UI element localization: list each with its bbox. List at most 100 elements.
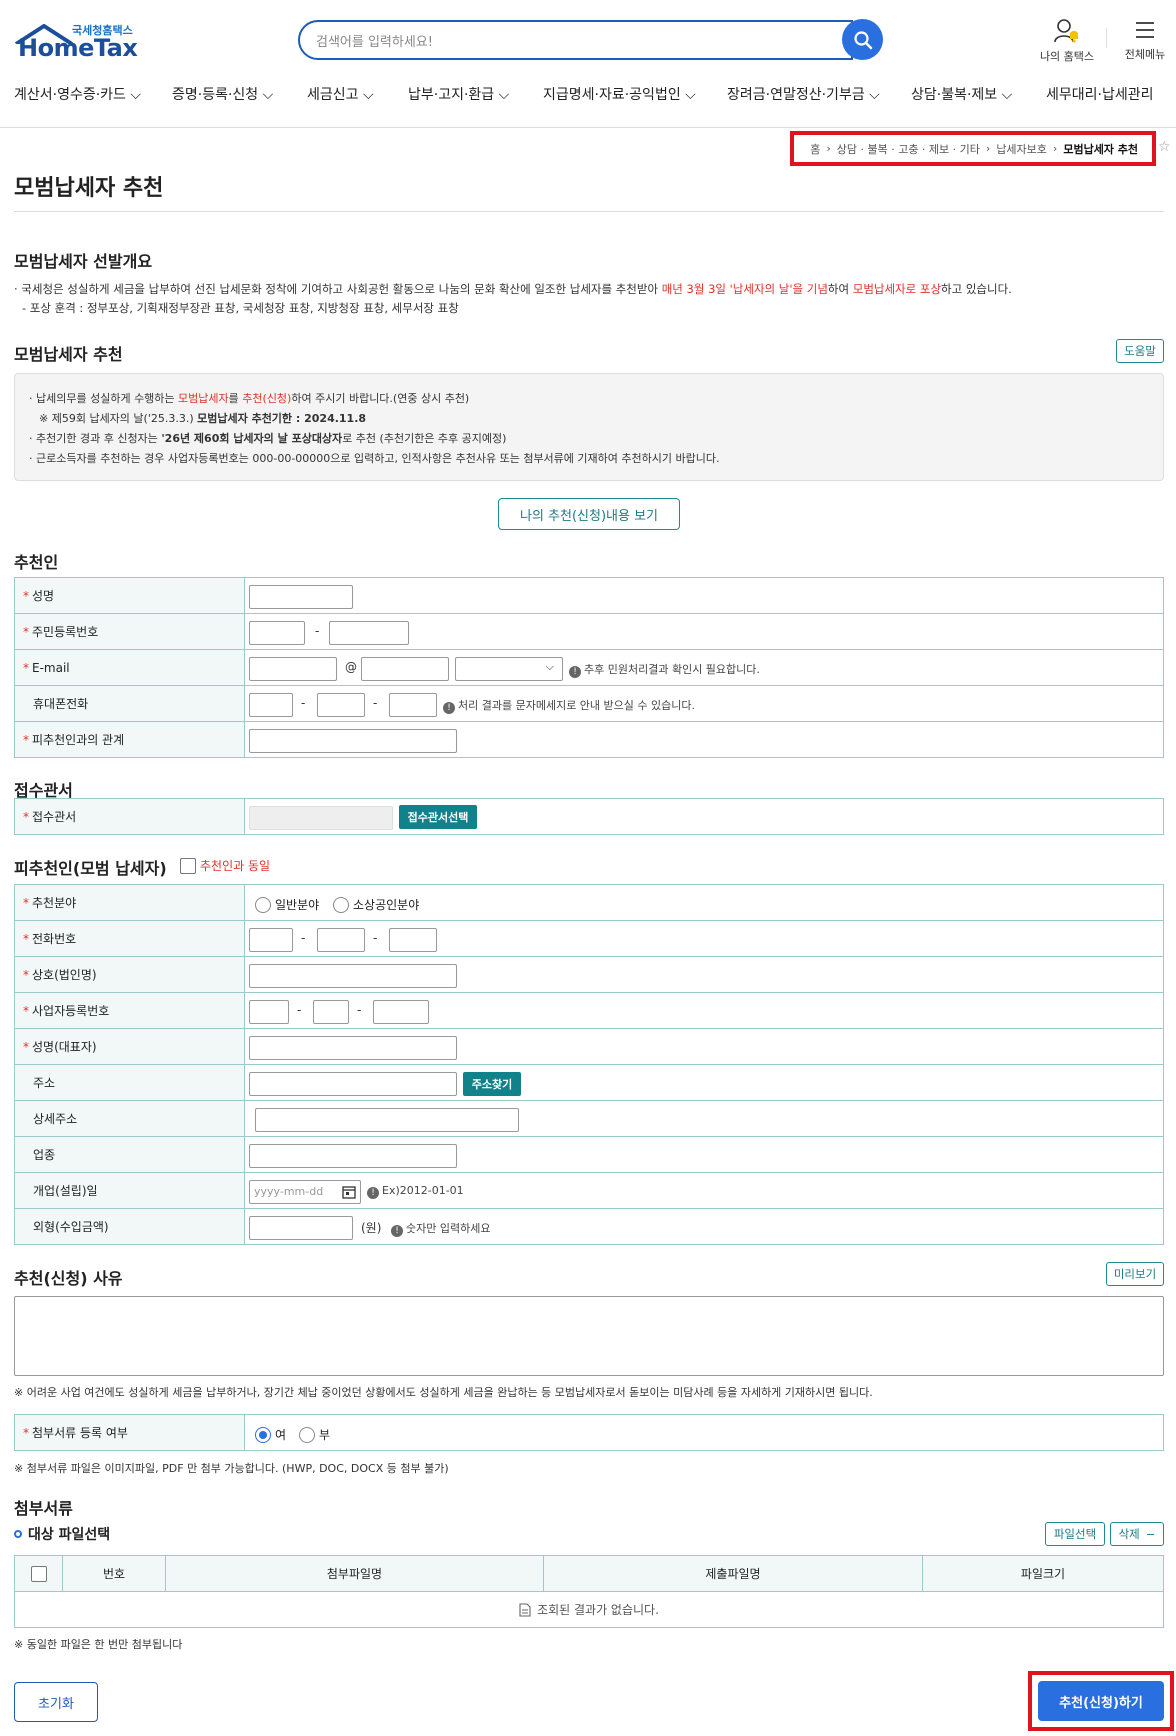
industry-input[interactable] [249, 1144, 457, 1168]
notice-line3: · 추천기한 경과 후 신청자는 '26년 제60회 납세자의 날 포상대상자로… [29, 432, 507, 445]
bizno-2-input[interactable] [313, 1000, 349, 1024]
gnb-item[interactable]: 세무대리·납세관리 [1046, 84, 1154, 104]
all-menu-label: 전체메뉴 [1124, 48, 1166, 61]
date-info-text: Ex)2012-01-01 [382, 1184, 464, 1197]
attach-reg-form: * 첨부서류 등록 여부 여 부 [14, 1414, 1164, 1451]
bizno-label: 사업자등록번호 [32, 1004, 110, 1018]
office-select-button[interactable]: 접수관서선택 [399, 805, 477, 829]
hamburger-icon [1136, 22, 1154, 38]
breadcrumb-current: 모범납세자 추천 [1063, 142, 1138, 156]
rrn-front-input[interactable] [249, 621, 305, 645]
user-bell-icon [1054, 19, 1078, 43]
relation-input[interactable] [249, 729, 457, 753]
attach-table: 번호 첨부파일명 제출파일명 파일크기 조회된 결과가 없습니다. [14, 1555, 1164, 1628]
gnb-item[interactable]: 지급명세·자료·공익법인 ⌵ [543, 84, 696, 104]
phone-2-input[interactable] [317, 693, 365, 717]
reason-textarea[interactable] [14, 1296, 1164, 1376]
addr-detail-input[interactable] [255, 1108, 519, 1132]
tel-2-input[interactable] [317, 928, 365, 952]
nominee-title: 피추천인(모범 납세자) [14, 859, 167, 878]
recommender-phone-row: 휴대폰전화 - - ! 처리 결과를 문자메세지로 안내 받으실 수 있습니다. [15, 686, 1163, 722]
col-number: 번호 [63, 1556, 166, 1591]
field-row: * 추천분야 일반분야 소상공인분야 [15, 885, 1163, 921]
email-id-input[interactable] [249, 657, 337, 681]
relation-label: 피추천인과의 관계 [32, 733, 125, 747]
file-select-button[interactable]: 파일선택 [1045, 1522, 1105, 1546]
addr-input[interactable] [249, 1072, 457, 1096]
breadcrumb-home[interactable]: 홈 [810, 141, 820, 157]
document-icon [519, 1602, 531, 1617]
bizno-1-input[interactable] [249, 1000, 289, 1024]
help-button[interactable]: 도움말 [1116, 339, 1164, 363]
radio-attach-yes[interactable]: 여 [255, 1426, 286, 1443]
gnb-item[interactable]: 상담·불복·제보 ⌵ [911, 84, 1012, 104]
bizno-3-input[interactable] [373, 1000, 429, 1024]
my-hometax-button[interactable]: 나의 홈택스 [1032, 18, 1102, 64]
nominee-form: * 추천분야 일반분야 소상공인분야 * 전화번호 - - * 상호(법인명) * 사업… [14, 884, 1164, 1245]
recommender-relation-row: * 피추천인과의 관계 [15, 722, 1163, 758]
gnb-item[interactable]: 증명·등록·신청 ⌵ [172, 84, 273, 104]
search-button[interactable] [842, 19, 883, 60]
all-menu-button[interactable]: 전체메뉴 [1110, 18, 1176, 62]
name-input[interactable] [249, 585, 353, 609]
same-label: 추천인과 동일 [200, 859, 271, 873]
radio-attach-no[interactable]: 부 [299, 1426, 330, 1443]
gnb-item[interactable]: 장려금·연말정산·기부금 ⌵ [727, 84, 880, 104]
recommend-title: 모범납세자 추천 [14, 345, 123, 364]
email-domain-select[interactable]: ⌵ [455, 657, 563, 681]
revenue-input[interactable] [249, 1216, 353, 1240]
same-checkbox[interactable] [180, 857, 196, 874]
opendate-input[interactable]: yyyy-mm-dd [249, 1180, 361, 1204]
phone-1-input[interactable] [249, 693, 293, 717]
calendar-icon[interactable] [342, 1185, 356, 1199]
field-label: 추천분야 [32, 896, 77, 910]
opendate-label: 개업(설립)일 [33, 1184, 98, 1198]
reset-button[interactable]: 초기화 [14, 1682, 98, 1722]
industry-row: 업종 [15, 1137, 1163, 1173]
addr-label: 주소 [33, 1076, 56, 1090]
view-my-recommendation-button[interactable]: 나의 추천(신청)내용 보기 [498, 498, 680, 530]
company-row: * 상호(법인명) [15, 957, 1163, 993]
addr-search-button[interactable]: 주소찾기 [463, 1072, 521, 1096]
breadcrumb-item[interactable]: 납세자보호 [996, 141, 1047, 157]
same-as-recommender[interactable]: 추천인과 동일 [180, 857, 270, 874]
radio-general[interactable]: 일반분야 [255, 896, 319, 913]
opendate-row: 개업(설립)일 yyyy-mm-dd ! Ex)2012-01-01 [15, 1173, 1163, 1209]
search-input[interactable]: 검색어를 입력하세요! [298, 20, 853, 60]
attach-reg-note: ※ 첨부서류 파일은 이미지파일, PDF 만 첨부 가능합니다. (HWP, … [14, 1462, 449, 1475]
minus-icon: − [1145, 1527, 1156, 1541]
tel-1-input[interactable] [249, 928, 293, 952]
my-hometax-label: 나의 홈택스 [1039, 50, 1095, 63]
hometax-logo[interactable]: 국세청홈택스 HomeTax [14, 20, 144, 64]
table-empty-row: 조회된 결과가 없습니다. [15, 1592, 1163, 1627]
tel-3-input[interactable] [389, 928, 437, 952]
email-domain-input[interactable] [361, 657, 449, 681]
name-label: 성명 [32, 589, 55, 603]
search-icon [853, 30, 872, 49]
submit-highlight: 추천(신청)하기 [1028, 1671, 1174, 1731]
attach-note: ※ 동일한 파일은 한 번만 첨부됩니다 [14, 1638, 183, 1651]
phone-3-input[interactable] [389, 693, 437, 717]
title-divider [14, 211, 1164, 212]
reason-note: ※ 어려운 사업 여건에도 성실하게 세금을 납부하거나, 장기간 체납 중이었… [14, 1386, 873, 1399]
favorite-star-icon[interactable]: ☆ [1158, 139, 1171, 155]
gnb-item[interactable]: 세금신고 ⌵ [307, 84, 374, 104]
select-all-checkbox[interactable] [30, 1565, 47, 1582]
office-row: * 접수관서 접수관서선택 [15, 799, 1163, 835]
office-form: * 접수관서 접수관서선택 [14, 798, 1164, 835]
recommender-rrn-row: * 주민등록번호 - [15, 614, 1163, 650]
submit-button[interactable]: 추천(신청)하기 [1038, 1681, 1164, 1721]
gnb-item[interactable]: 계산서·영수증·카드 ⌵ [14, 84, 141, 104]
delete-button[interactable]: 삭제 − [1110, 1522, 1164, 1546]
company-input[interactable] [249, 964, 457, 988]
notice-line2: ※ 제59회 납세자의 날('25.3.3.) 모범납세자 추천기한 : 202… [39, 412, 367, 425]
preview-button[interactable]: 미리보기 [1106, 1262, 1164, 1286]
chevron-down-icon: ⌵ [545, 660, 554, 673]
rrn-back-input[interactable] [329, 621, 409, 645]
radio-small-business[interactable]: 소상공인분야 [333, 896, 419, 913]
phone-info-text: 처리 결과를 문자메세지로 안내 받으실 수 있습니다. [458, 699, 695, 712]
breadcrumb-item[interactable]: 상담 · 불복 · 고충 · 제보 · 기타 [837, 141, 980, 157]
bizno-row: * 사업자등록번호 - - [15, 993, 1163, 1029]
rep-input[interactable] [249, 1036, 457, 1060]
gnb-item[interactable]: 납부·고지·환급 ⌵ [408, 84, 509, 104]
